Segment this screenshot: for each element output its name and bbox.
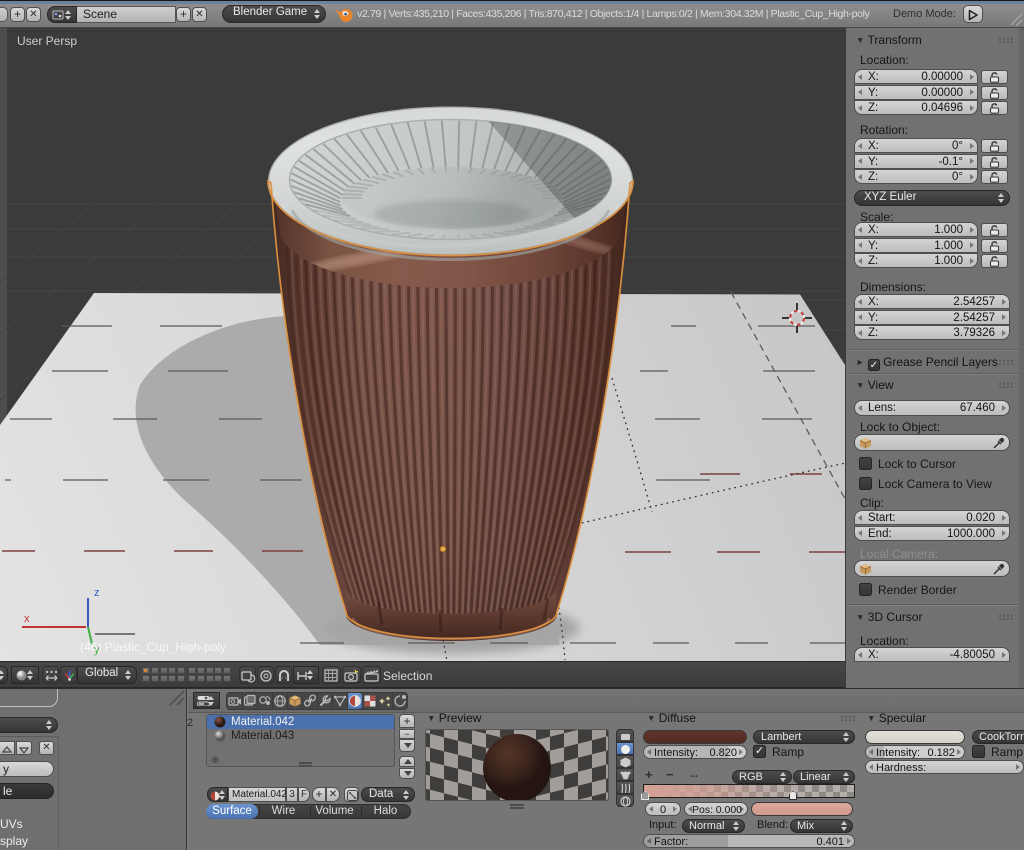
svg-text:z: z: [94, 587, 100, 599]
svg-text:x: x: [24, 613, 30, 625]
